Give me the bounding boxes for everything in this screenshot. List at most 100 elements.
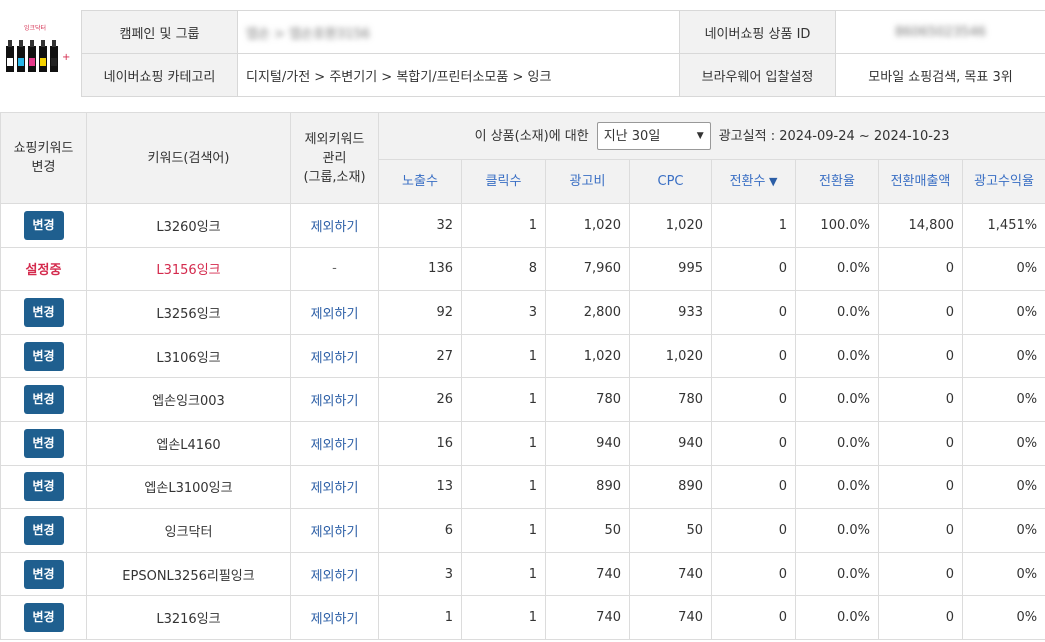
metric-cell-clicks: 1	[461, 551, 546, 597]
metric-cell-cost: 740	[545, 551, 630, 597]
bidding-label: 브라우웨어 입찰설정	[679, 53, 836, 97]
change-keyword-button[interactable]: 변경	[23, 559, 64, 589]
metric-cell-cost: 50	[545, 508, 630, 553]
naver-id-value: 86065023546	[835, 10, 1045, 54]
metric-cell-impressions: 16	[378, 420, 462, 466]
metric-cell-roas: 0%	[961, 464, 1045, 510]
change-keyword-button[interactable]: 변경	[23, 341, 64, 371]
change-keyword-button[interactable]: 변경	[23, 515, 64, 545]
metric-cell-conv-sales: 0	[878, 290, 963, 335]
chevron-down-icon: ▼	[696, 130, 704, 141]
exclude-keyword-link[interactable]: 제외하기	[311, 612, 359, 627]
exclude-keyword-link[interactable]: 제외하기	[311, 525, 359, 540]
change-keyword-button[interactable]: 변경	[23, 297, 64, 327]
period-select[interactable]: 지난 30일 ▼	[596, 122, 711, 150]
metric-cell-clicks: 1	[461, 420, 546, 466]
change-keyword-button[interactable]: 변경	[23, 603, 64, 633]
metric-cell-conv-sales: 0	[878, 333, 963, 379]
exclude-cell: 제외하기	[290, 508, 379, 553]
metric-cell-cpc: 995	[629, 246, 712, 292]
exclude-keyword-link[interactable]: 제외하기	[311, 351, 359, 366]
header-cost[interactable]: 광고비	[545, 159, 630, 204]
exclude-cell: 제외하기	[290, 290, 379, 335]
metric-cell-impressions: 3	[378, 551, 462, 597]
table-row: 변경 EPSONL3256리필잉크 제외하기 3 1 740 740 0 0.0% 0 0%	[0, 551, 1045, 597]
header-impressions[interactable]: 노출수	[378, 159, 462, 204]
header-label: 클릭수	[485, 174, 522, 189]
sort-desc-icon: ▼	[765, 175, 778, 188]
header-roas[interactable]: 광고수익율	[961, 159, 1045, 204]
table-row: 변경 엡손잉크003 제외하기 26 1 780 780 0 0.0% 0 0%	[0, 377, 1045, 422]
keyword-performance-table: 쇼핑키워드 변경 키워드(검색어) 제외키워드 관리 (그룹,소재) 이 상품(…	[0, 112, 1045, 640]
exclude-keyword-link[interactable]: 제외하기	[311, 438, 359, 453]
keyword-cell: L3216잉크	[86, 595, 291, 640]
status-cell: 변경	[0, 333, 87, 379]
status-cell: 설정중	[0, 246, 87, 292]
metric-cell-conversions: 0	[711, 246, 796, 292]
change-keyword-button[interactable]: 변경	[23, 472, 64, 502]
change-keyword-button[interactable]: 변경	[23, 428, 64, 458]
metric-cell-conversions: 0	[711, 595, 796, 640]
metric-cell-cpc: 740	[629, 551, 712, 597]
table-row: 변경 엡손L3100잉크 제외하기 13 1 890 890 0 0.0% 0 0%	[0, 464, 1045, 510]
category-value: 디지털/가전 > 주변기기 > 복합기/프린터소모품 > 잉크	[237, 53, 680, 97]
metric-cell-conversions: 1	[711, 203, 796, 248]
metric-cell-roas: 0%	[961, 377, 1045, 422]
keyword-cell: 엡손L4160	[86, 420, 291, 466]
keyword-cell: L3156잉크	[86, 246, 291, 292]
header-exclude: 제외키워드 관리 (그룹,소재)	[290, 112, 379, 204]
metric-cell-conv-rate: 0.0%	[795, 377, 879, 422]
table-row: 변경 L3106잉크 제외하기 27 1 1,020 1,020 0 0.0% 0 0%	[0, 333, 1045, 379]
metric-cell-impressions: 27	[378, 333, 462, 379]
header-conv-rate[interactable]: 전환율	[795, 159, 879, 204]
exclude-keyword-link[interactable]: 제외하기	[311, 220, 359, 235]
change-keyword-button[interactable]: 변경	[23, 210, 64, 240]
metric-cell-conv-sales: 0	[878, 377, 963, 422]
metric-cell-conv-rate: 100.0%	[795, 203, 879, 248]
metric-cell-clicks: 1	[461, 508, 546, 553]
exclude-cell: 제외하기	[290, 377, 379, 422]
header-conversions[interactable]: 전환수 ▼	[711, 159, 796, 204]
period-prefix: 이 상품(소재)에 대한	[474, 128, 589, 144]
metric-cell-impressions: 1	[378, 595, 462, 640]
metric-cell-roas: 0%	[961, 508, 1045, 553]
metric-cell-clicks: 1	[461, 203, 546, 248]
header-label: 광고비	[569, 174, 606, 189]
table-row: 변경 L3216잉크 제외하기 1 1 740 740 0 0.0% 0 0%	[0, 595, 1045, 640]
bidding-value: 모바일 쇼핑검색, 목표 3위	[835, 53, 1045, 97]
metric-cell-roas: 0%	[961, 246, 1045, 292]
header-clicks[interactable]: 클릭수	[461, 159, 546, 204]
metric-cell-conv-sales: 0	[878, 246, 963, 292]
header-conv-sales[interactable]: 전환매출액	[878, 159, 963, 204]
metric-cell-cpc: 940	[629, 420, 712, 466]
exclude-keyword-link[interactable]: 제외하기	[311, 569, 359, 584]
exclude-cell: 제외하기	[290, 203, 379, 248]
metric-cell-cost: 890	[545, 464, 630, 510]
table-row: 변경 엡손L4160 제외하기 16 1 940 940 0 0.0% 0 0%	[0, 420, 1045, 466]
exclude-keyword-link[interactable]: 제외하기	[311, 394, 359, 409]
metric-cell-conversions: 0	[711, 420, 796, 466]
exclude-cell: 제외하기	[290, 551, 379, 597]
period-range: 광고실적 : 2024-09-24 ~ 2024-10-23	[718, 128, 950, 144]
exclude-unavailable: -	[332, 261, 337, 277]
metric-cell-conv-rate: 0.0%	[795, 508, 879, 553]
metric-cell-impressions: 92	[378, 290, 462, 335]
exclude-keyword-link[interactable]: 제외하기	[311, 307, 359, 322]
header-label: 전환율	[819, 174, 855, 189]
metric-cell-impressions: 6	[378, 508, 462, 553]
product-info-table: 캠페인 및 그룹 엡손 > 엡손호환3156 네이버쇼핑 상품 ID 86065…	[81, 10, 1045, 97]
metric-cell-conversions: 0	[711, 551, 796, 597]
metric-cell-conv-sales: 0	[878, 508, 963, 553]
metric-cell-impressions: 136	[378, 246, 462, 292]
status-cell: 변경	[0, 290, 87, 335]
metric-cell-cost: 940	[545, 420, 630, 466]
metric-cell-cost: 1,020	[545, 333, 630, 379]
header-cpc[interactable]: CPC	[629, 159, 712, 204]
keyword-cell: L3106잉크	[86, 333, 291, 379]
change-keyword-button[interactable]: 변경	[23, 385, 64, 415]
metric-cell-clicks: 1	[461, 464, 546, 510]
table-row: 변경 L3260잉크 제외하기 32 1 1,020 1,020 1 100.0% 14,800 1…	[0, 203, 1045, 248]
metric-cell-cpc: 890	[629, 464, 712, 510]
product-thumbnail: 잉크닥터 +	[6, 24, 70, 72]
exclude-keyword-link[interactable]: 제외하기	[311, 481, 359, 496]
